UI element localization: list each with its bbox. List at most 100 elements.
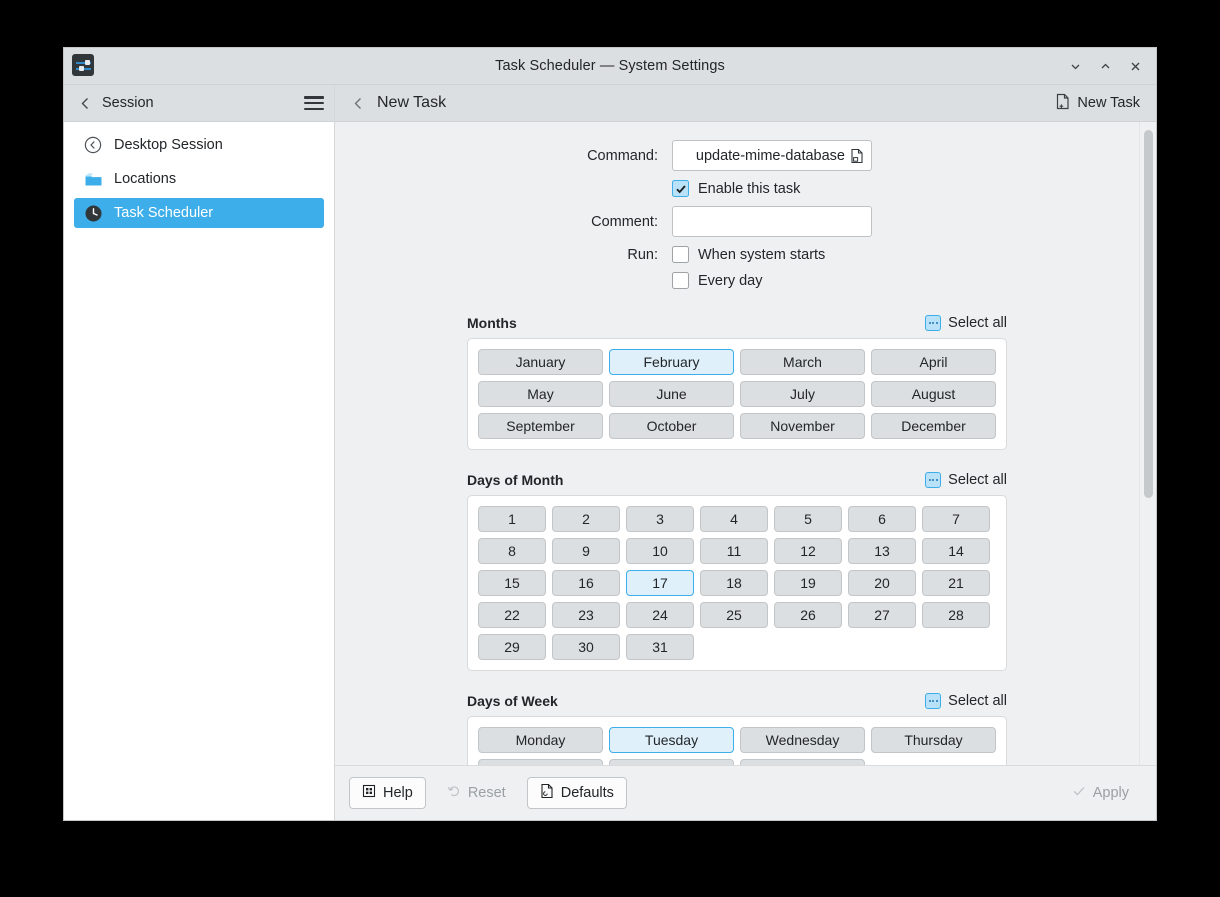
chevron-left-icon[interactable]	[349, 94, 367, 112]
months-button[interactable]: June	[609, 381, 734, 407]
run-when-starts-row: Run: When system starts	[335, 246, 1139, 263]
minimize-icon[interactable]	[1062, 54, 1088, 80]
sidebar-item-label: Desktop Session	[114, 137, 223, 153]
check-icon	[1072, 784, 1086, 802]
scroll-area: Command: update-mime-database Enable thi…	[335, 122, 1156, 765]
months-button[interactable]: October	[609, 413, 734, 439]
days-of-week-button[interactable]: Thursday	[871, 727, 996, 753]
defaults-button[interactable]: Defaults	[526, 777, 627, 809]
months-button[interactable]: March	[740, 349, 865, 375]
select-all-days-of-week-button[interactable]: Select all	[925, 693, 1007, 709]
days-of-month-button[interactable]: 7	[922, 506, 990, 532]
checkbox-box	[672, 246, 689, 263]
help-label: Help	[383, 785, 413, 801]
days-of-month-button[interactable]: 3	[626, 506, 694, 532]
months-button[interactable]: July	[740, 381, 865, 407]
days-of-month-button[interactable]: 10	[626, 538, 694, 564]
window-title: Task Scheduler — System Settings	[495, 58, 725, 74]
command-input[interactable]: update-mime-database	[672, 140, 872, 171]
days-of-week-button[interactable]: Wednesday	[740, 727, 865, 753]
clock-icon	[82, 202, 104, 224]
months-button[interactable]: August	[871, 381, 996, 407]
settings-sliders-icon	[72, 54, 94, 76]
sidebar-item-label: Task Scheduler	[114, 205, 214, 221]
sidebar-item-locations[interactable]: Locations	[74, 164, 324, 194]
days-of-week-button[interactable]: Saturday	[609, 759, 734, 765]
months-button[interactable]: November	[740, 413, 865, 439]
days-of-month-button[interactable]: 14	[922, 538, 990, 564]
scrollbar-thumb[interactable]	[1144, 130, 1153, 498]
vertical-scrollbar[interactable]	[1139, 122, 1156, 765]
days-of-month-button[interactable]: 1	[478, 506, 546, 532]
days-of-month-button[interactable]: 9	[552, 538, 620, 564]
select-all-label: Select all	[948, 472, 1007, 488]
days-of-week-button[interactable]: Tuesday	[609, 727, 734, 753]
close-icon[interactable]	[1122, 54, 1148, 80]
months-button[interactable]: April	[871, 349, 996, 375]
sidebar-title: Session	[102, 95, 154, 111]
section-header: Days of Week Select all	[467, 693, 1007, 709]
task-form: Command: update-mime-database Enable thi…	[335, 140, 1139, 289]
days-of-month-button[interactable]: 24	[626, 602, 694, 628]
sidebar-back-icon[interactable]	[76, 94, 94, 112]
months-button[interactable]: January	[478, 349, 603, 375]
months-grid: January February March April May June July Augu…	[467, 338, 1007, 450]
days-of-month-button[interactable]: 25	[700, 602, 768, 628]
sidebar-list: Desktop Session Locations Task Scheduler	[64, 122, 334, 232]
help-button[interactable]: Help	[349, 777, 426, 809]
days-of-month-button[interactable]: 2	[552, 506, 620, 532]
file-browse-icon[interactable]	[849, 147, 865, 165]
comment-input[interactable]	[672, 206, 872, 237]
days-of-month-button[interactable]: 11	[700, 538, 768, 564]
days-of-month-button[interactable]: 16	[552, 570, 620, 596]
maximize-icon[interactable]	[1092, 54, 1118, 80]
days-of-month-button[interactable]: 22	[478, 602, 546, 628]
window-controls	[1062, 48, 1148, 85]
when-system-starts-checkbox[interactable]: When system starts	[672, 246, 825, 263]
main-header: New Task New Task	[335, 85, 1156, 122]
enable-this-task-checkbox[interactable]: Enable this task	[672, 180, 800, 197]
days-of-month-button[interactable]: 15	[478, 570, 546, 596]
new-task-button[interactable]: New Task	[1047, 89, 1148, 118]
reset-button: Reset	[434, 777, 519, 809]
months-button[interactable]: December	[871, 413, 996, 439]
select-all-days-of-month-button[interactable]: Select all	[925, 472, 1007, 488]
days-of-month-button[interactable]: 13	[848, 538, 916, 564]
months-button[interactable]: September	[478, 413, 603, 439]
days-of-month-button[interactable]: 18	[700, 570, 768, 596]
months-button[interactable]: February	[609, 349, 734, 375]
days-of-month-button[interactable]: 6	[848, 506, 916, 532]
days-of-month-button[interactable]: 19	[774, 570, 842, 596]
days-of-month-button[interactable]: 31	[626, 634, 694, 660]
days-of-month-button[interactable]: 29	[478, 634, 546, 660]
hamburger-icon[interactable]	[304, 95, 324, 111]
section-title: Days of Month	[467, 472, 564, 488]
months-button[interactable]: May	[478, 381, 603, 407]
days-of-month-button[interactable]: 20	[848, 570, 916, 596]
days-of-month-button[interactable]: 28	[922, 602, 990, 628]
days-of-month-button[interactable]: 8	[478, 538, 546, 564]
settings-scroll-content: Command: update-mime-database Enable thi…	[335, 122, 1139, 765]
days-of-month-button[interactable]: 17	[626, 570, 694, 596]
days-of-week-button[interactable]: Sunday	[740, 759, 865, 765]
command-label: Command:	[587, 147, 658, 164]
app-window: Task Scheduler — System Settings Session	[64, 48, 1156, 820]
days-of-month-button[interactable]: 30	[552, 634, 620, 660]
days-of-month-button[interactable]: 4	[700, 506, 768, 532]
days-of-month-button[interactable]: 26	[774, 602, 842, 628]
days-of-month-button[interactable]: 12	[774, 538, 842, 564]
select-all-icon	[925, 693, 942, 709]
every-day-checkbox[interactable]: Every day	[672, 272, 762, 289]
days-of-month-button[interactable]: 23	[552, 602, 620, 628]
days-of-month-button[interactable]: 21	[922, 570, 990, 596]
section-days-of-week: Days of Week Select all Monday Tuesday Wed…	[467, 693, 1007, 765]
sidebar-item-desktop-session[interactable]: Desktop Session	[74, 130, 324, 160]
sidebar-item-task-scheduler[interactable]: Task Scheduler	[74, 198, 324, 228]
days-of-month-button[interactable]: 27	[848, 602, 916, 628]
days-of-week-button[interactable]: Friday	[478, 759, 603, 765]
days-of-week-button[interactable]: Monday	[478, 727, 603, 753]
new-document-icon	[1055, 93, 1071, 114]
select-all-months-button[interactable]: Select all	[925, 315, 1007, 331]
back-circle-icon	[82, 134, 104, 156]
days-of-month-button[interactable]: 5	[774, 506, 842, 532]
